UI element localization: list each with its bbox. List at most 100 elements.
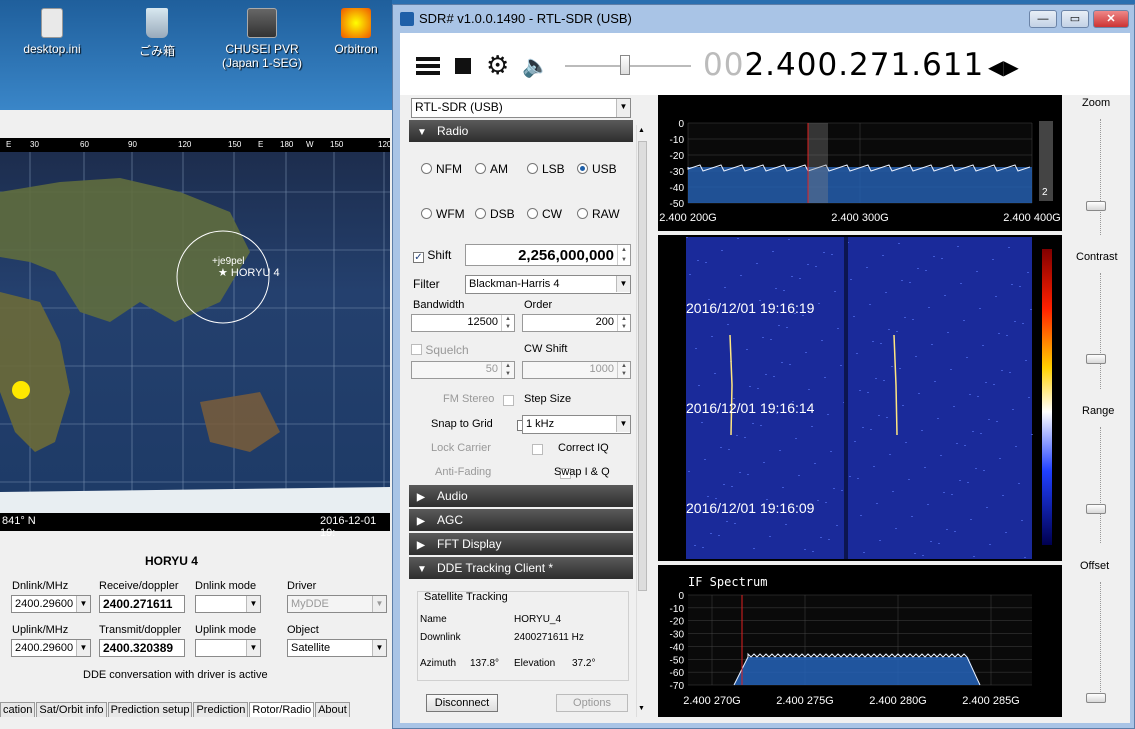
panel-scrollbar[interactable]: ▲ ▼	[636, 125, 648, 717]
squelch-label: Squelch	[425, 343, 469, 357]
maximize-button[interactable]: ▭	[1061, 10, 1089, 28]
mode-am[interactable]: AM	[475, 162, 508, 176]
gear-icon[interactable]: ⚙	[486, 51, 509, 79]
receive-field[interactable]: 2400.271611	[99, 595, 185, 613]
mode-wfm[interactable]: WFM	[421, 207, 465, 221]
disconnect-button[interactable]: Disconnect	[426, 694, 498, 712]
waterfall-noise	[1031, 434, 1033, 435]
tab-prediction[interactable]: Prediction	[193, 702, 249, 717]
speaker-icon[interactable]: 🔈	[522, 53, 549, 79]
squelch-input[interactable]: 50 ▲ ▼	[411, 361, 515, 379]
spinner-icon[interactable]: ▲ ▼	[501, 362, 514, 378]
range-track[interactable]	[1100, 427, 1106, 543]
minimize-button[interactable]: —	[1029, 10, 1057, 28]
sdr-titlebar[interactable]: SDR# v1.0.0.1490 - RTL-SDR (USB)	[393, 5, 1135, 33]
waterfall-noise	[889, 454, 891, 455]
lockcarrier-checkbox[interactable]	[531, 444, 543, 455]
mode-lsb[interactable]: LSB	[527, 162, 565, 176]
tracking-group-title: Satellite Tracking	[424, 591, 508, 603]
contrast-track[interactable]	[1100, 273, 1106, 389]
mode-usb[interactable]: USB	[577, 162, 617, 176]
waterfall-noise	[880, 343, 882, 344]
offset-slider-thumb[interactable]	[1086, 693, 1106, 703]
mode-label: RAW	[592, 207, 620, 221]
dnlink-select[interactable]: 2400.29600 ▼	[11, 595, 91, 613]
section-dde[interactable]: ▼ DDE Tracking Client *	[409, 557, 633, 579]
spinner-icon[interactable]: ▲ ▼	[617, 245, 630, 265]
mode-cw[interactable]: CW	[527, 207, 562, 221]
step-select[interactable]: 1 kHz ▼	[522, 415, 631, 434]
cwshift-label: CW Shift	[524, 343, 568, 355]
order-label: Order	[524, 299, 553, 311]
desktop-icon-orbitron[interactable]: Orbitron	[316, 8, 396, 56]
scroll-up-icon[interactable]: ▲	[638, 127, 645, 134]
shift-checkbox[interactable]: ✓ Shift	[413, 248, 451, 263]
spinner-icon[interactable]: ▲ ▼	[501, 315, 514, 331]
waterfall-timestamp: 2016/12/01 19:16:09	[686, 500, 815, 516]
bandwidth-input[interactable]: 12500 ▲ ▼	[411, 314, 515, 332]
waterfall-noise	[1028, 397, 1030, 398]
volume-slider-thumb[interactable]	[620, 55, 630, 75]
waterfall-display[interactable]: 2016/12/01 19:16:19 2016/12/01 19:16:14 …	[658, 235, 1062, 561]
transmit-field[interactable]: 2400.320389	[99, 639, 185, 657]
scroll-thumb[interactable]	[638, 141, 647, 591]
close-button[interactable]: ✕	[1093, 10, 1129, 28]
section-audio[interactable]: ▶ Audio	[409, 485, 633, 507]
section-radio[interactable]: ▼ Radio	[409, 120, 633, 142]
waterfall-noise	[1022, 323, 1024, 324]
waterfall-noise	[870, 429, 872, 430]
fmstereo-checkbox[interactable]	[503, 395, 514, 406]
offset-track[interactable]	[1100, 582, 1106, 698]
waterfall-noise	[914, 553, 916, 554]
tab-rotor-radio[interactable]: Rotor/Radio	[249, 702, 315, 717]
waterfall-noise	[775, 288, 777, 289]
waterfall-noise	[798, 475, 800, 476]
spectrum-analyzer[interactable]: 0 -10 -20 -30 -40 -50 2.400 200G 2.400 300G 2.40…	[658, 95, 1062, 231]
filter-select[interactable]: Blackman-Harris 4 ▼	[465, 275, 631, 294]
section-agc[interactable]: ▶ AGC	[409, 509, 633, 531]
device-select[interactable]: RTL-SDR (USB) ▼	[411, 98, 631, 118]
sdr-client: ⚙ 🔈 002.400.271.611 ◀▶ RTL-SDR (USB) ▼ ▼ R…	[400, 33, 1130, 723]
tab-sat-orbit-info[interactable]: Sat/Orbit info	[36, 702, 107, 717]
desktop-icon-trash[interactable]: ごみ箱	[107, 8, 207, 59]
stop-icon[interactable]	[455, 58, 471, 74]
waterfall-noise	[938, 543, 940, 544]
object-select[interactable]: Satellite ▼	[287, 639, 387, 657]
tab-location[interactable]: cation	[0, 702, 36, 717]
zoom-track[interactable]	[1100, 119, 1106, 235]
zoom-slider-thumb[interactable]	[1086, 201, 1106, 211]
driver-select[interactable]: MyDDE ▼	[287, 595, 387, 613]
scroll-down-icon[interactable]: ▼	[638, 705, 645, 712]
world-map[interactable]: E 30 60 90 120 150 E 180 W 150 120 +je9pe	[0, 138, 390, 523]
mode-raw[interactable]: RAW	[577, 207, 620, 221]
cwshift-input[interactable]: 1000 ▲ ▼	[522, 361, 631, 379]
frequency-display[interactable]: 002.400.271.611	[703, 47, 984, 83]
tab-about[interactable]: About	[315, 702, 350, 717]
squelch-checkbox[interactable]: Squelch	[411, 343, 469, 357]
desktop-icon-ini[interactable]: desktop.ini	[2, 8, 102, 56]
dnmode-select[interactable]: ▼	[195, 595, 261, 613]
spinner-icon[interactable]: ▲ ▼	[617, 362, 630, 378]
order-input[interactable]: 200 ▲ ▼	[522, 314, 631, 332]
section-fft[interactable]: ▶ FFT Display	[409, 533, 633, 555]
desktop-icon-chusei[interactable]: CHUSEI PVR (Japan 1-SEG)	[212, 8, 312, 70]
options-button[interactable]: Options	[556, 694, 628, 712]
satellite-marker[interactable]: ★ HORYU 4	[218, 266, 280, 279]
ruler-tick-label: 30	[30, 140, 39, 149]
waterfall-noise	[721, 250, 723, 251]
if-spectrum[interactable]: 0 -10 -20 -30 -40 -50 -60 -70 2.400 270G 2.400 27…	[658, 565, 1062, 717]
waterfall-noise	[882, 255, 884, 256]
contrast-slider-thumb[interactable]	[1086, 354, 1106, 364]
uplink-select[interactable]: 2400.29600 ▼	[11, 639, 91, 657]
shift-input[interactable]: 2,256,000,000 ▲ ▼	[465, 244, 631, 266]
mode-nfm[interactable]: NFM	[421, 162, 462, 176]
tab-prediction-setup[interactable]: Prediction setup	[107, 702, 193, 717]
range-slider-thumb[interactable]	[1086, 504, 1106, 514]
mode-dsb[interactable]: DSB	[475, 207, 515, 221]
menu-icon[interactable]	[416, 57, 440, 75]
spinner-icon[interactable]: ▲ ▼	[617, 315, 630, 331]
waterfall-noise	[795, 438, 797, 439]
mode-label: CW	[542, 207, 562, 221]
upmode-select[interactable]: ▼	[195, 639, 261, 657]
tune-arrows-icon[interactable]: ◀▶	[988, 55, 1019, 80]
